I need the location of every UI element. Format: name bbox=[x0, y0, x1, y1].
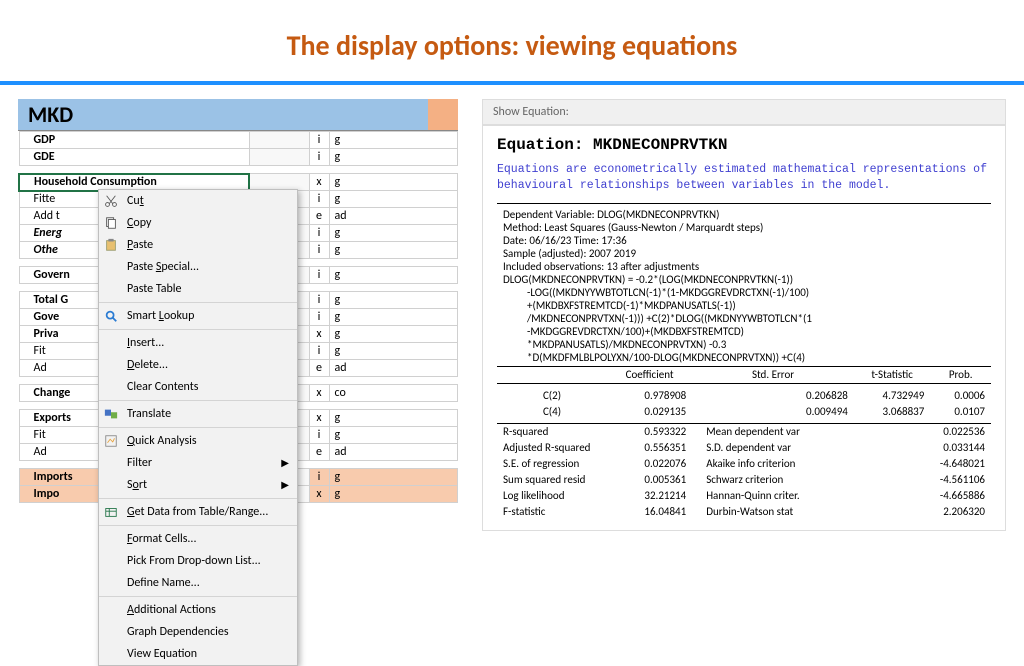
copy-icon bbox=[104, 216, 118, 230]
ctx-quick-analysis[interactable]: Quick Analysis bbox=[99, 430, 297, 452]
ctx-get-data-from-table-range-[interactable]: Get Data from Table/Range... bbox=[99, 501, 297, 523]
ctx-paste-special-[interactable]: Paste Special... bbox=[99, 256, 297, 278]
show-equation-header: Show Equation: bbox=[482, 99, 1006, 125]
row-label[interactable]: Household Consumption bbox=[19, 174, 249, 191]
orange-cell bbox=[428, 99, 458, 131]
spreadsheet-panel: MKD GDPigGDEigHousehold ConsumptionxgFit… bbox=[18, 99, 458, 531]
ctx-delete-[interactable]: Delete... bbox=[99, 354, 297, 376]
ctx-format-cells-[interactable]: Format Cells... bbox=[99, 528, 297, 550]
equation-desc: Equations are econometrically estimated … bbox=[497, 162, 991, 193]
ctx-insert-[interactable]: Insert... bbox=[99, 332, 297, 354]
cut-icon bbox=[104, 194, 118, 208]
lookup-icon bbox=[104, 309, 118, 323]
trans-icon bbox=[104, 407, 118, 421]
qa-icon bbox=[104, 434, 118, 448]
ctx-translate[interactable]: Translate bbox=[99, 403, 297, 425]
ctx-graph-dependencies[interactable]: Graph Dependencies bbox=[99, 621, 297, 643]
data-icon bbox=[104, 505, 118, 519]
sheet-header: MKD bbox=[18, 99, 428, 131]
ctx-paste-table[interactable]: Paste Table bbox=[99, 278, 297, 300]
ctx-copy[interactable]: Copy bbox=[99, 212, 297, 234]
ctx-additional-actions[interactable]: Additional Actions bbox=[99, 599, 297, 621]
paste-icon bbox=[104, 238, 118, 252]
ctx-smart-lookup[interactable]: Smart Lookup bbox=[99, 305, 297, 327]
ctx-paste[interactable]: Paste bbox=[99, 234, 297, 256]
ctx-clear-contents[interactable]: Clear Contents bbox=[99, 376, 297, 398]
equation-title: Equation: MKDNECONPRVTKN bbox=[497, 136, 991, 154]
ctx-pick-from-drop-down-list-[interactable]: Pick From Drop-down List... bbox=[99, 550, 297, 572]
ctx-sort[interactable]: Sort▶ bbox=[99, 474, 297, 496]
ctx-define-name-[interactable]: Define Name... bbox=[99, 572, 297, 594]
context-menu[interactable]: CutCopyPastePaste Special...Paste Table S… bbox=[98, 189, 298, 666]
stats-table: Dependent Variable: DLOG(MKDNECONPRVTKN)… bbox=[497, 203, 991, 520]
slide-title: The display options: viewing equations bbox=[0, 0, 1024, 81]
row-label[interactable]: GDP bbox=[19, 132, 249, 149]
equation-panel: Show Equation: Equation: MKDNECONPRVTKN … bbox=[482, 99, 1006, 531]
title-bar bbox=[0, 81, 1024, 85]
row-label[interactable]: GDE bbox=[19, 149, 249, 166]
ctx-view-equation[interactable]: View Equation bbox=[99, 643, 297, 665]
ctx-cut[interactable]: Cut bbox=[99, 190, 297, 212]
ctx-filter[interactable]: Filter▶ bbox=[99, 452, 297, 474]
